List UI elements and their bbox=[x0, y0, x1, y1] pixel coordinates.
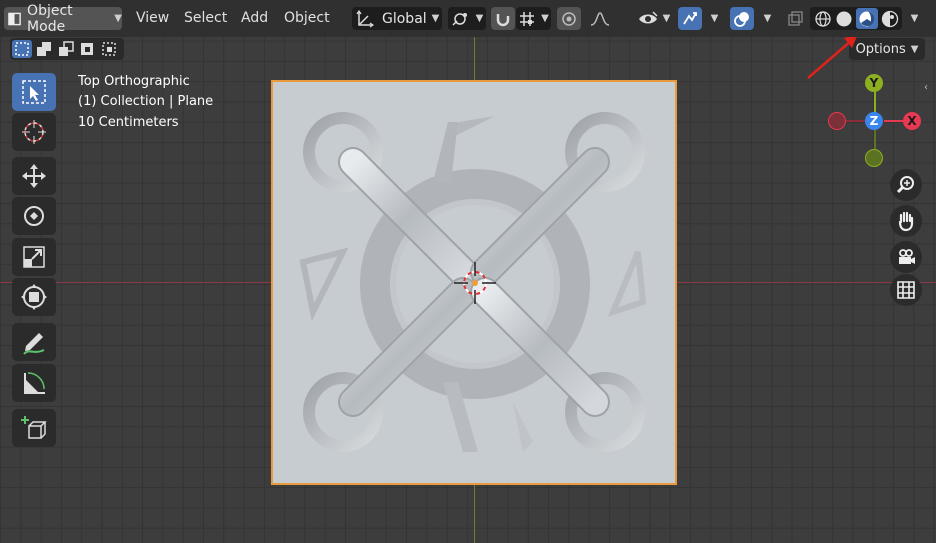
chevron-down-icon: ▼ bbox=[114, 13, 122, 24]
gizmo-neg-y-stem bbox=[874, 130, 876, 150]
falloff-curve-icon bbox=[590, 11, 610, 26]
camera-icon bbox=[899, 249, 915, 264]
chevron-down-icon: ▼ bbox=[541, 13, 549, 24]
transform-orientation-icon bbox=[356, 9, 374, 27]
orientation-dropdown[interactable]: Global ▼ bbox=[352, 7, 442, 30]
menu-object[interactable]: Object bbox=[284, 10, 330, 26]
tool-transform[interactable] bbox=[12, 278, 56, 316]
chevron-down-icon: ▼ bbox=[431, 13, 440, 24]
falloff-dropdown[interactable] bbox=[582, 7, 618, 30]
tool-add-cube[interactable] bbox=[12, 409, 56, 447]
tool-rotate[interactable] bbox=[12, 197, 56, 235]
tool-annotate[interactable] bbox=[12, 323, 56, 361]
view-name-label: Top Orthographic bbox=[78, 74, 190, 89]
measure-icon bbox=[24, 372, 45, 394]
zoom-icon bbox=[896, 176, 914, 194]
snap-grid-icon bbox=[520, 11, 535, 26]
tool-select-box[interactable] bbox=[12, 73, 56, 111]
wireframe-icon[interactable] bbox=[814, 10, 832, 28]
xray-icon bbox=[788, 10, 803, 26]
overlays-icon bbox=[734, 11, 749, 27]
magnet-icon bbox=[496, 13, 510, 26]
gizmo-y-label: Y bbox=[869, 76, 879, 90]
gizmo-toggle[interactable] bbox=[678, 7, 702, 30]
gizmo-z-label: Z bbox=[869, 114, 879, 128]
chevron-down-icon: ▼ bbox=[710, 13, 719, 24]
orientation-label: Global bbox=[382, 10, 427, 27]
tool-scale[interactable] bbox=[12, 238, 56, 276]
mode-dropdown[interactable]: Object Mode ▼ bbox=[4, 3, 122, 35]
pivot-point-dropdown[interactable]: ▼ bbox=[448, 7, 486, 30]
solid-icon[interactable] bbox=[835, 10, 853, 28]
material-preview-icon bbox=[859, 11, 874, 26]
viewport-header: Object Mode ▼ View Select Add Object Glo… bbox=[0, 0, 936, 37]
proportional-edit-icon bbox=[562, 11, 576, 26]
tool-cursor[interactable] bbox=[12, 113, 56, 151]
menu-select[interactable]: Select bbox=[184, 10, 227, 26]
gizmo-arrow-icon bbox=[683, 11, 697, 24]
snap-toggle[interactable] bbox=[491, 7, 515, 30]
chevron-down-icon: ▼ bbox=[910, 43, 919, 55]
rotate-icon bbox=[24, 206, 44, 226]
pivot-icon bbox=[452, 12, 467, 26]
annotate-icon bbox=[23, 333, 45, 355]
xray-toggle[interactable] bbox=[784, 7, 806, 30]
gizmo-x-label: X bbox=[907, 114, 917, 128]
axis-gizmo[interactable]: Y Z X bbox=[826, 70, 922, 170]
chevron-down-icon: ▼ bbox=[662, 13, 671, 24]
visibility-dropdown[interactable]: ▼ bbox=[636, 7, 672, 30]
gizmo-x-ball[interactable]: X bbox=[903, 112, 921, 130]
grid-scale-label: 10 Centimeters bbox=[78, 115, 179, 130]
3d-cursor-icon[interactable] bbox=[454, 262, 496, 304]
chevron-down-icon: ▼ bbox=[910, 13, 919, 24]
gizmo-neg-y-ball[interactable] bbox=[865, 149, 883, 167]
toggle-ortho-button[interactable] bbox=[890, 274, 922, 306]
scale-icon bbox=[23, 246, 45, 268]
pan-button[interactable] bbox=[890, 205, 922, 237]
material-preview-button[interactable] bbox=[855, 8, 878, 29]
rendered-icon[interactable] bbox=[881, 10, 899, 28]
collection-info-label: (1) Collection | Plane bbox=[78, 94, 214, 109]
gizmo-neg-x-stem bbox=[846, 120, 866, 122]
select-extend-button[interactable] bbox=[34, 40, 54, 58]
overlays-dropdown[interactable]: ▼ bbox=[756, 7, 774, 30]
camera-view-button[interactable] bbox=[890, 241, 922, 273]
select-subtract-button[interactable] bbox=[56, 40, 76, 58]
select-intersect-button[interactable] bbox=[100, 40, 120, 58]
grid-icon bbox=[897, 281, 915, 299]
3d-viewport[interactable]: Top Orthographic (1) Collection | Plane … bbox=[0, 0, 936, 543]
gizmo-neg-x-ball[interactable] bbox=[828, 112, 846, 130]
mode-label: Object Mode bbox=[27, 2, 73, 35]
tool-move[interactable] bbox=[12, 157, 56, 195]
snap-target-dropdown[interactable]: ▼ bbox=[516, 7, 551, 30]
cursor-icon bbox=[22, 120, 46, 144]
overlays-toggle[interactable] bbox=[730, 7, 754, 30]
add-cube-icon bbox=[21, 416, 47, 439]
select-invert-button[interactable] bbox=[78, 40, 98, 58]
object-mode-icon bbox=[8, 12, 21, 25]
transform-icon bbox=[21, 284, 47, 310]
gizmo-dropdown[interactable]: ▼ bbox=[703, 7, 721, 30]
zoom-button[interactable] bbox=[890, 169, 922, 201]
proportional-edit-toggle[interactable] bbox=[557, 7, 581, 30]
menu-add[interactable]: Add bbox=[241, 10, 268, 26]
eye-icon bbox=[638, 10, 658, 23]
select-box-icon bbox=[22, 80, 46, 104]
chevron-down-icon: ▼ bbox=[475, 13, 484, 24]
sidebar-toggle-icon[interactable]: ‹ bbox=[924, 82, 936, 96]
pan-hand-icon bbox=[898, 211, 914, 232]
select-new-button[interactable] bbox=[12, 40, 32, 58]
chevron-down-icon: ▼ bbox=[763, 13, 772, 24]
shading-mode-group bbox=[810, 7, 902, 30]
menu-view[interactable]: View bbox=[136, 10, 169, 26]
shading-dropdown[interactable]: ▼ bbox=[903, 7, 921, 30]
gizmo-z-ball[interactable]: Z bbox=[865, 112, 883, 130]
move-icon bbox=[22, 164, 46, 188]
selection-mode-group bbox=[10, 38, 124, 60]
tool-measure[interactable] bbox=[12, 364, 56, 402]
